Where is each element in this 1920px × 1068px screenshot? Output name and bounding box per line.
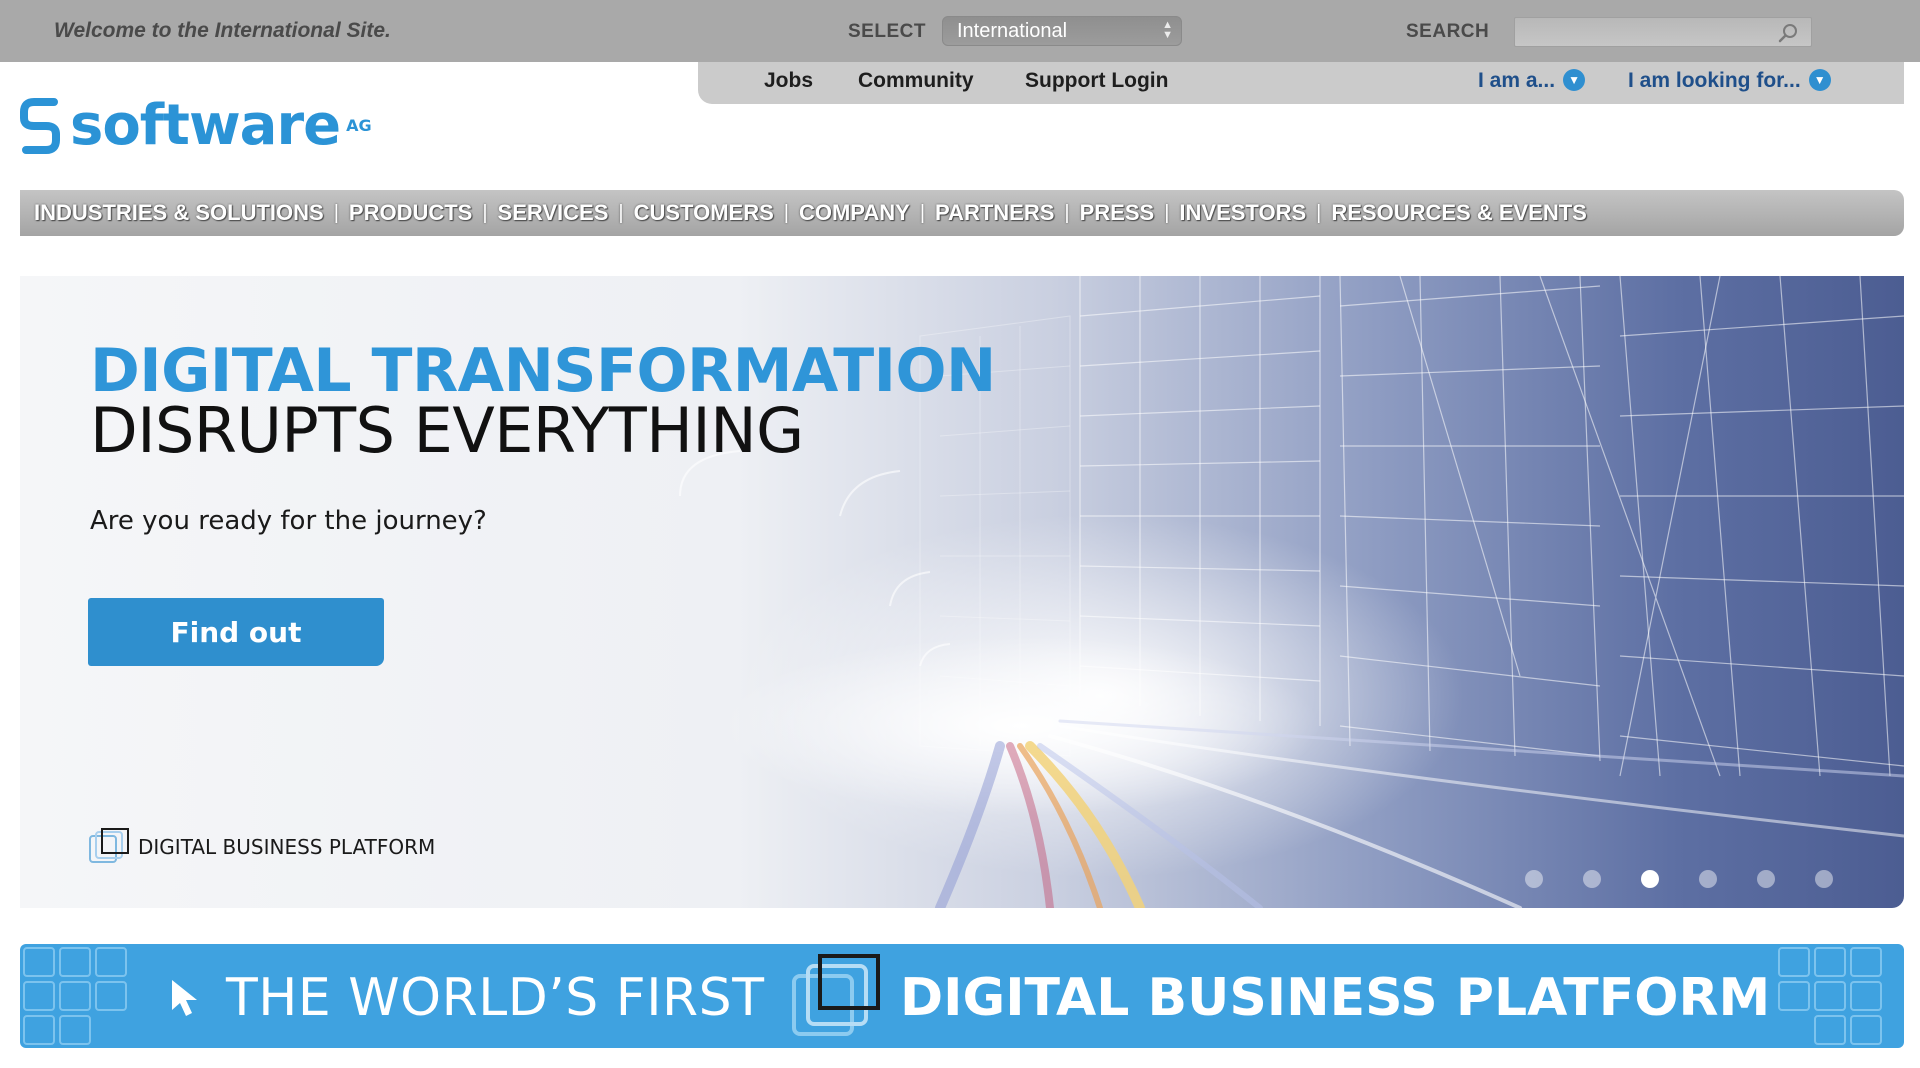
carousel-dot-4[interactable] bbox=[1699, 870, 1717, 888]
i-am-dropdown[interactable]: I am a... ▼ bbox=[1478, 69, 1586, 93]
search-field[interactable] bbox=[1514, 17, 1812, 47]
nav-separator: | bbox=[482, 201, 488, 224]
select-arrows-icon: ▲ ▼ bbox=[1162, 19, 1173, 41]
platform-tag: DIGITAL BUSINESS PLATFORM bbox=[88, 828, 435, 866]
search-icon[interactable] bbox=[1777, 22, 1799, 44]
hero-title-line2: DISRUPTS EVERYTHING bbox=[90, 394, 804, 467]
platform-tag-label: DIGITAL BUSINESS PLATFORM bbox=[138, 835, 436, 859]
nav-resources-events[interactable]: RESOURCES & EVENTS bbox=[1331, 200, 1587, 226]
support-login-link[interactable]: Support Login bbox=[1025, 69, 1168, 93]
select-label: SELECT bbox=[848, 21, 926, 42]
nav-separator: | bbox=[1064, 201, 1070, 224]
banner-grid-right-decoration bbox=[1778, 947, 1882, 1045]
digital-platform-banner[interactable]: THE WORLD’S FIRST DIGITAL BUSINESS PLATF… bbox=[20, 944, 1904, 1048]
top-bar: Welcome to the International Site. SELEC… bbox=[0, 0, 1920, 62]
chevron-down-icon: ▼ bbox=[1808, 69, 1831, 92]
find-out-button[interactable]: Find out bbox=[88, 598, 384, 666]
community-link[interactable]: Community bbox=[858, 69, 974, 93]
search-input[interactable] bbox=[1515, 18, 1765, 46]
logo-s-icon bbox=[20, 98, 60, 154]
platform-squares-icon bbox=[792, 954, 880, 1036]
main-nav: INDUSTRIES & SOLUTIONS | PRODUCTS | SERVIC… bbox=[20, 190, 1904, 236]
nav-customers[interactable]: CUSTOMERS bbox=[634, 200, 774, 226]
hero-carousel[interactable]: DIGITAL TRANSFORMATION DISRUPTS EVERYTHI… bbox=[20, 276, 1904, 908]
nav-separator: | bbox=[1316, 201, 1322, 224]
nav-separator: | bbox=[333, 201, 339, 224]
banner-text-platform: DIGITAL BUSINESS PLATFORM bbox=[900, 968, 1771, 1028]
logo-wordmark: software bbox=[70, 93, 341, 158]
search-label: SEARCH bbox=[1406, 21, 1490, 42]
nav-investors[interactable]: INVESTORS bbox=[1179, 200, 1306, 226]
nav-products[interactable]: PRODUCTS bbox=[349, 200, 472, 226]
carousel-dot-6[interactable] bbox=[1815, 870, 1833, 888]
software-ag-logo[interactable]: software AG bbox=[20, 98, 372, 158]
nav-separator: | bbox=[618, 201, 624, 224]
country-select[interactable]: International ▲ ▼ bbox=[942, 16, 1182, 46]
nav-partners[interactable]: PARTNERS bbox=[935, 200, 1054, 226]
country-select-value: International bbox=[957, 20, 1068, 42]
carousel-dots bbox=[1525, 870, 1873, 888]
looking-for-label: I am looking for... bbox=[1628, 69, 1801, 92]
banner-text-worlds-first: THE WORLD’S FIRST bbox=[226, 968, 765, 1028]
carousel-dot-2[interactable] bbox=[1583, 870, 1601, 888]
utility-nav: Jobs Community Support Login I am a... ▼ … bbox=[698, 62, 1904, 104]
carousel-dot-5[interactable] bbox=[1757, 870, 1775, 888]
cursor-arrow-icon bbox=[172, 980, 197, 1016]
nav-separator: | bbox=[783, 201, 789, 224]
jobs-link[interactable]: Jobs bbox=[764, 69, 813, 93]
platform-squares-icon bbox=[89, 828, 129, 863]
nav-industries-solutions[interactable]: INDUSTRIES & SOLUTIONS bbox=[34, 200, 324, 226]
hero-subtitle: Are you ready for the journey? bbox=[90, 506, 487, 536]
nav-services[interactable]: SERVICES bbox=[498, 200, 609, 226]
nav-separator: | bbox=[919, 201, 926, 224]
banner-grid-left-decoration bbox=[23, 947, 127, 1045]
nav-press[interactable]: PRESS bbox=[1080, 200, 1155, 226]
welcome-text: Welcome to the International Site. bbox=[54, 19, 391, 42]
nav-company[interactable]: COMPANY bbox=[799, 200, 910, 226]
nav-separator: | bbox=[1164, 201, 1170, 224]
i-am-label: I am a... bbox=[1478, 69, 1556, 92]
carousel-dot-1[interactable] bbox=[1525, 870, 1543, 888]
chevron-down-icon: ▼ bbox=[1563, 69, 1586, 92]
carousel-dot-3[interactable] bbox=[1641, 870, 1659, 888]
logo-suffix: AG bbox=[346, 116, 372, 135]
looking-for-dropdown[interactable]: I am looking for... ▼ bbox=[1628, 69, 1831, 93]
